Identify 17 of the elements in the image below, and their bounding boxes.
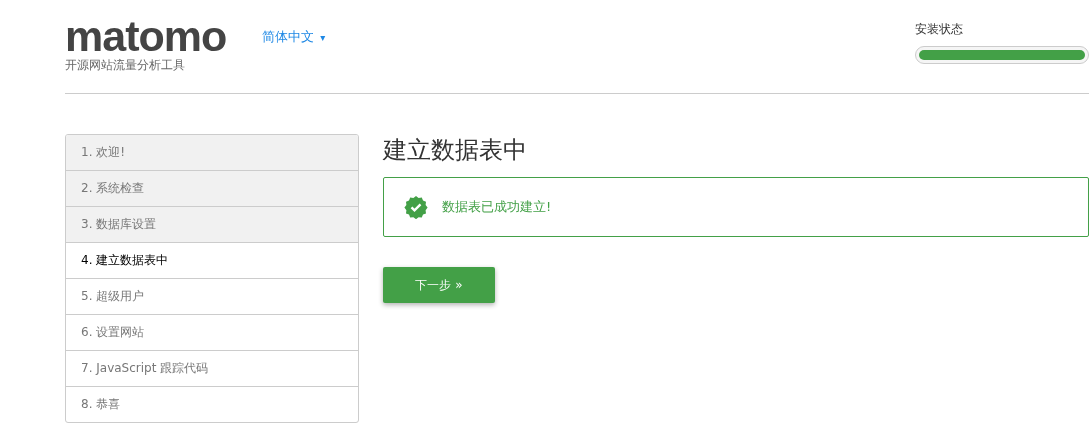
language-selector[interactable]: 简体中文 ▾ [262,28,326,46]
check-badge-icon [404,195,428,219]
install-status-label: 安装状态 [915,21,964,38]
page-title: 建立数据表中 [383,135,528,166]
logo-tagline: 开源网站流量分析工具 [65,58,186,72]
step-item: 3. 数据库设置 [66,206,358,242]
step-item: 5. 超级用户 [66,278,358,314]
alert-message: 数据表已成功建立! [442,198,552,216]
step-item: 4. 建立数据表中 [66,242,358,278]
caret-icon: ▾ [320,31,326,43]
step-item: 1. 欢迎! [66,135,358,170]
next-button[interactable]: 下一步 » [383,267,495,303]
step-item: 8. 恭喜 [66,386,358,422]
step-item: 2. 系统检查 [66,170,358,206]
step-item: 6. 设置网站 [66,314,358,350]
logo-wordmark: matomo [65,14,227,58]
step-item: 7. JavaScript 跟踪代码 [66,350,358,386]
